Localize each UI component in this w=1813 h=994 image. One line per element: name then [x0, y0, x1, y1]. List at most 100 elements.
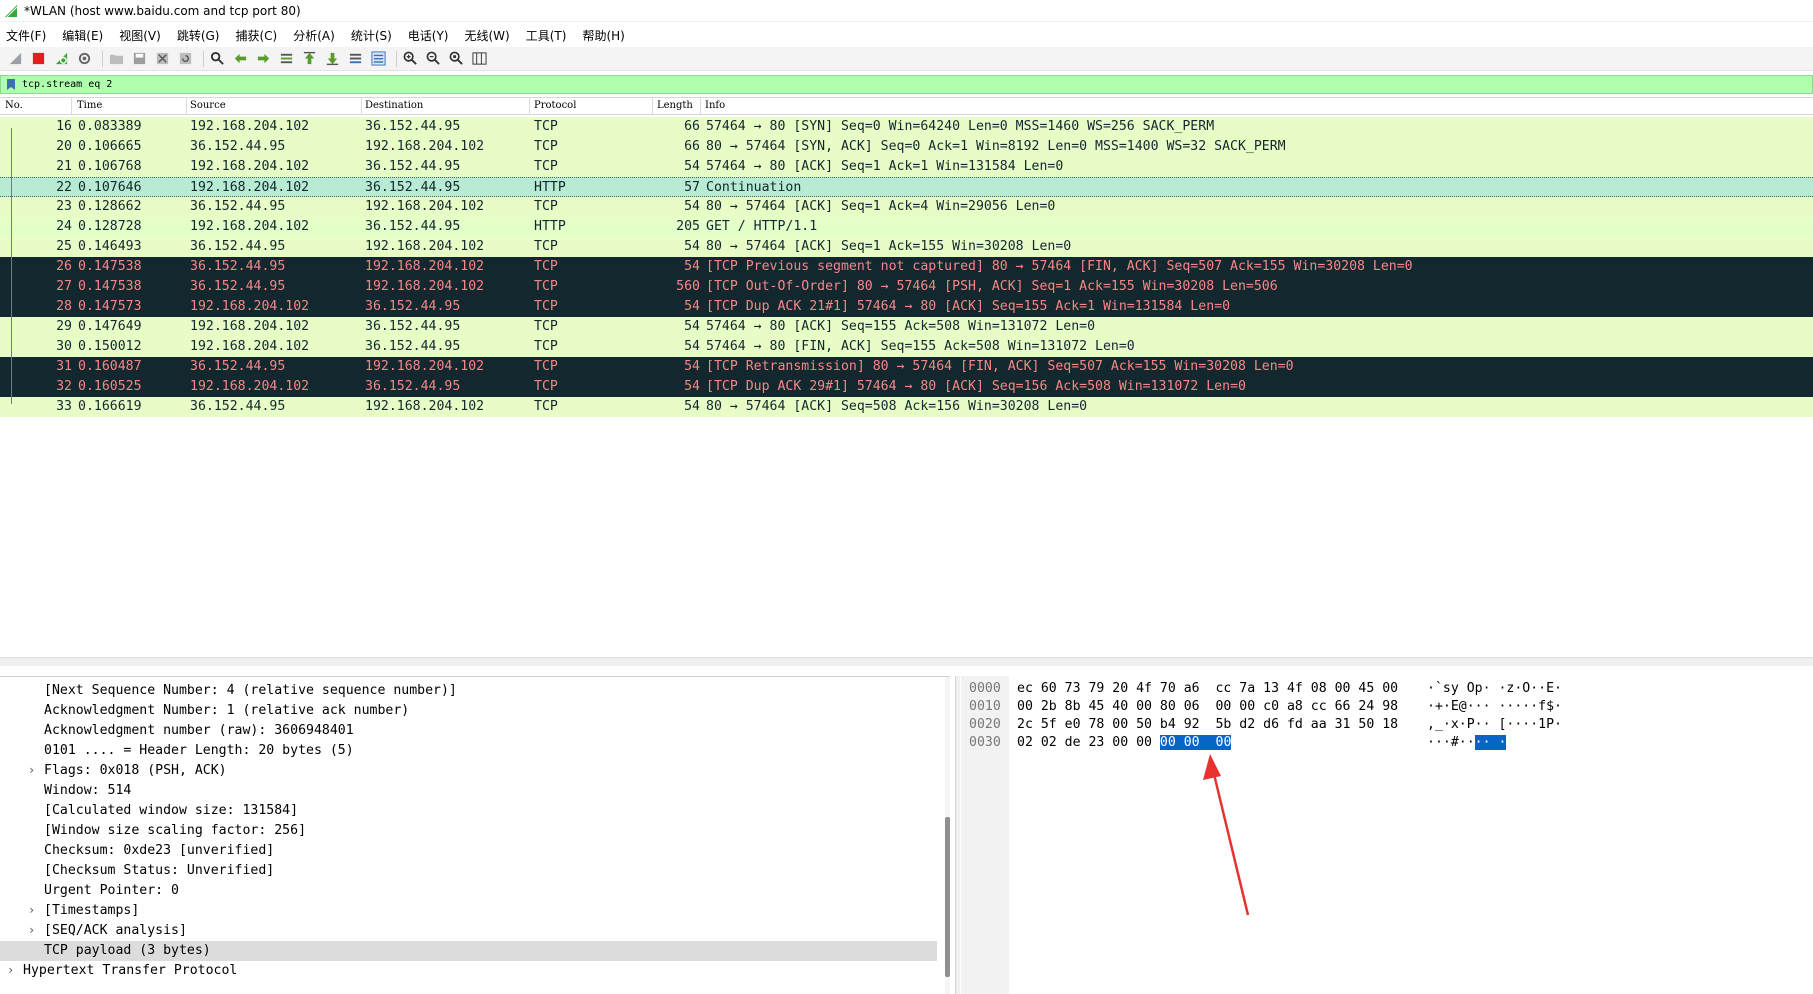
detail-row[interactable]: [Window size scaling factor: 256] — [0, 821, 937, 841]
detail-row[interactable]: [Calculated window size: 131584] — [0, 801, 937, 821]
column-header-time[interactable]: Time — [77, 100, 102, 111]
packet-row[interactable]: 33 0.166619 36.152.44.95 192.168.204.102 TCP… — [0, 397, 1813, 417]
goto-icon[interactable] — [277, 50, 295, 68]
expand-chevron-icon[interactable]: › — [28, 903, 35, 917]
first-icon[interactable] — [300, 50, 318, 68]
column-header-length[interactable]: Length — [657, 100, 693, 111]
back-icon[interactable] — [231, 50, 249, 68]
detail-text: Checksum: 0xde23 [unverified] — [44, 843, 275, 858]
column-header-protocol[interactable]: Protocol — [534, 100, 576, 111]
detail-row[interactable]: › Flags: 0x018 (PSH, ACK) — [0, 761, 937, 781]
column-header-source[interactable]: Source — [190, 100, 226, 111]
menu-item-0[interactable]: 文件(F) — [6, 27, 46, 44]
colorize-icon[interactable] — [369, 50, 387, 68]
packet-row[interactable]: 30 0.150012 192.168.204.102 36.152.44.95 TCP… — [0, 337, 1813, 357]
detail-row[interactable]: Checksum: 0xde23 [unverified] — [0, 841, 937, 861]
detail-row[interactable]: Window: 514 — [0, 781, 937, 801]
close-file-icon[interactable] — [153, 50, 171, 68]
packet-row[interactable]: 31 0.160487 36.152.44.95 192.168.204.102 TCP… — [0, 357, 1813, 377]
packet-row[interactable]: 22 0.107646 192.168.204.102 36.152.44.95 HTT… — [0, 177, 1813, 197]
packet-row[interactable]: 16 0.083389 192.168.204.102 36.152.44.95 TCP… — [0, 117, 1813, 137]
packet-row[interactable]: 27 0.147538 36.152.44.95 192.168.204.102 TCP… — [0, 277, 1813, 297]
packet-row[interactable]: 23 0.128662 36.152.44.95 192.168.204.102 TCP… — [0, 197, 1813, 217]
options-icon[interactable] — [75, 50, 93, 68]
menu-item-9[interactable]: 工具(T) — [526, 27, 567, 44]
zoom-in-icon[interactable] — [401, 50, 419, 68]
packet-row[interactable]: 25 0.146493 36.152.44.95 192.168.204.102 TCP… — [0, 237, 1813, 257]
menu-item-5[interactable]: 分析(A) — [293, 27, 335, 44]
packet-row[interactable]: 26 0.147538 36.152.44.95 192.168.204.102 TCP… — [0, 257, 1813, 277]
bytes-row[interactable]: 0020 2c 5f e0 78 00 50 b4 92 5b d2 d6 fd … — [961, 716, 1813, 734]
forward-icon[interactable] — [254, 50, 272, 68]
expand-chevron-icon[interactable]: › — [28, 923, 35, 937]
detail-row[interactable]: TCP payload (3 bytes) — [0, 941, 937, 961]
details-scrollbar[interactable] — [945, 677, 950, 994]
packet-cell-time: 0.147538 — [78, 279, 142, 294]
packet-cell-no: 23 — [56, 199, 72, 214]
packet-cell-time: 0.147538 — [78, 259, 142, 274]
menu-item-7[interactable]: 电话(Y) — [408, 27, 449, 44]
detail-row[interactable]: Acknowledgment number (raw): 3606948401 — [0, 721, 937, 741]
packet-cell-proto: HTTP — [534, 180, 566, 195]
packet-cell-info: 57464 → 80 [FIN, ACK] Seq=155 Ack=508 Wi… — [706, 339, 1135, 354]
packet-cell-len: 66 — [684, 119, 700, 134]
find-icon[interactable] — [208, 50, 226, 68]
details-scrollbar-thumb[interactable] — [945, 817, 950, 977]
menu-item-1[interactable]: 编辑(E) — [62, 27, 103, 44]
detail-row[interactable]: › [SEQ/ACK analysis] — [0, 921, 937, 941]
autoscroll-icon[interactable] — [346, 50, 364, 68]
packet-cell-len: 54 — [684, 239, 700, 254]
menu-item-3[interactable]: 跳转(G) — [177, 27, 220, 44]
bookmark-icon[interactable] — [4, 77, 18, 92]
column-header-info[interactable]: Info — [705, 100, 725, 111]
detail-row[interactable]: › [Timestamps] — [0, 901, 937, 921]
zoom-normal-icon[interactable] — [447, 50, 465, 68]
bytes-offset: 0000 — [969, 681, 1001, 696]
menu-item-10[interactable]: 帮助(H) — [582, 27, 624, 44]
packet-row[interactable]: 21 0.106768 192.168.204.102 36.152.44.95 TCP… — [0, 157, 1813, 177]
packet-row[interactable]: 32 0.160525 192.168.204.102 36.152.44.95 TCP… — [0, 377, 1813, 397]
resize-columns-icon[interactable] — [470, 50, 488, 68]
detail-row[interactable]: [Checksum Status: Unverified] — [0, 861, 937, 881]
packet-list-scrollbar[interactable] — [0, 657, 1813, 666]
packet-cell-info: Continuation — [706, 180, 802, 195]
stop-icon[interactable] — [29, 50, 47, 68]
last-icon[interactable] — [323, 50, 341, 68]
detail-text: [Checksum Status: Unverified] — [44, 863, 275, 878]
shark-fin-start-icon[interactable] — [6, 50, 24, 68]
bytes-hex: 00 2b 8b 45 40 00 80 06 00 00 c0 a8 cc 6… — [1017, 699, 1398, 714]
packet-row[interactable]: 24 0.128728 192.168.204.102 36.152.44.95 HTT… — [0, 217, 1813, 237]
detail-row[interactable]: › Hypertext Transfer Protocol — [0, 961, 937, 981]
pane-splitter[interactable] — [955, 676, 960, 994]
menu-item-4[interactable]: 捕获(C) — [235, 27, 277, 44]
menu-item-6[interactable]: 统计(S) — [351, 27, 392, 44]
menu-item-8[interactable]: 无线(W) — [465, 27, 510, 44]
packet-cell-dst: 36.152.44.95 — [365, 180, 461, 195]
bytes-row[interactable]: 0000 ec 60 73 79 20 4f 70 a6 cc 7a 13 4f … — [961, 680, 1813, 698]
detail-row[interactable]: Urgent Pointer: 0 — [0, 881, 937, 901]
packet-row[interactable]: 20 0.106665 36.152.44.95 192.168.204.102 TCP… — [0, 137, 1813, 157]
packet-cell-proto: TCP — [534, 139, 558, 154]
packet-row[interactable]: 29 0.147649 192.168.204.102 36.152.44.95 TCP… — [0, 317, 1813, 337]
expand-chevron-icon[interactable]: › — [7, 963, 14, 977]
zoom-out-icon[interactable] — [424, 50, 442, 68]
reload-icon[interactable] — [176, 50, 194, 68]
conversation-bracket — [11, 128, 12, 404]
packet-row[interactable]: 28 0.147573 192.168.204.102 36.152.44.95 TCP… — [0, 297, 1813, 317]
menu-item-2[interactable]: 视图(V) — [119, 27, 161, 44]
column-header-no[interactable]: No. — [5, 100, 23, 111]
expand-chevron-icon[interactable]: › — [28, 763, 35, 777]
detail-row[interactable]: [Next Sequence Number: 4 (relative seque… — [0, 681, 937, 701]
detail-row[interactable]: 0101 .... = Header Length: 20 bytes (5) — [0, 741, 937, 761]
display-filter-input[interactable] — [22, 79, 1722, 90]
packet-cell-len: 54 — [684, 159, 700, 174]
save-icon[interactable] — [130, 50, 148, 68]
detail-row[interactable]: Acknowledgment Number: 1 (relative ack n… — [0, 701, 937, 721]
bytes-row[interactable]: 0030 02 02 de 23 00 00 00 00 00 ···#···· · — [961, 734, 1813, 752]
column-header-destination[interactable]: Destination — [365, 100, 423, 111]
packet-cell-proto: TCP — [534, 199, 558, 214]
packet-cell-dst: 192.168.204.102 — [365, 239, 485, 254]
open-icon[interactable] — [107, 50, 125, 68]
bytes-row[interactable]: 0010 00 2b 8b 45 40 00 80 06 00 00 c0 a8 … — [961, 698, 1813, 716]
restart-icon[interactable] — [52, 50, 70, 68]
